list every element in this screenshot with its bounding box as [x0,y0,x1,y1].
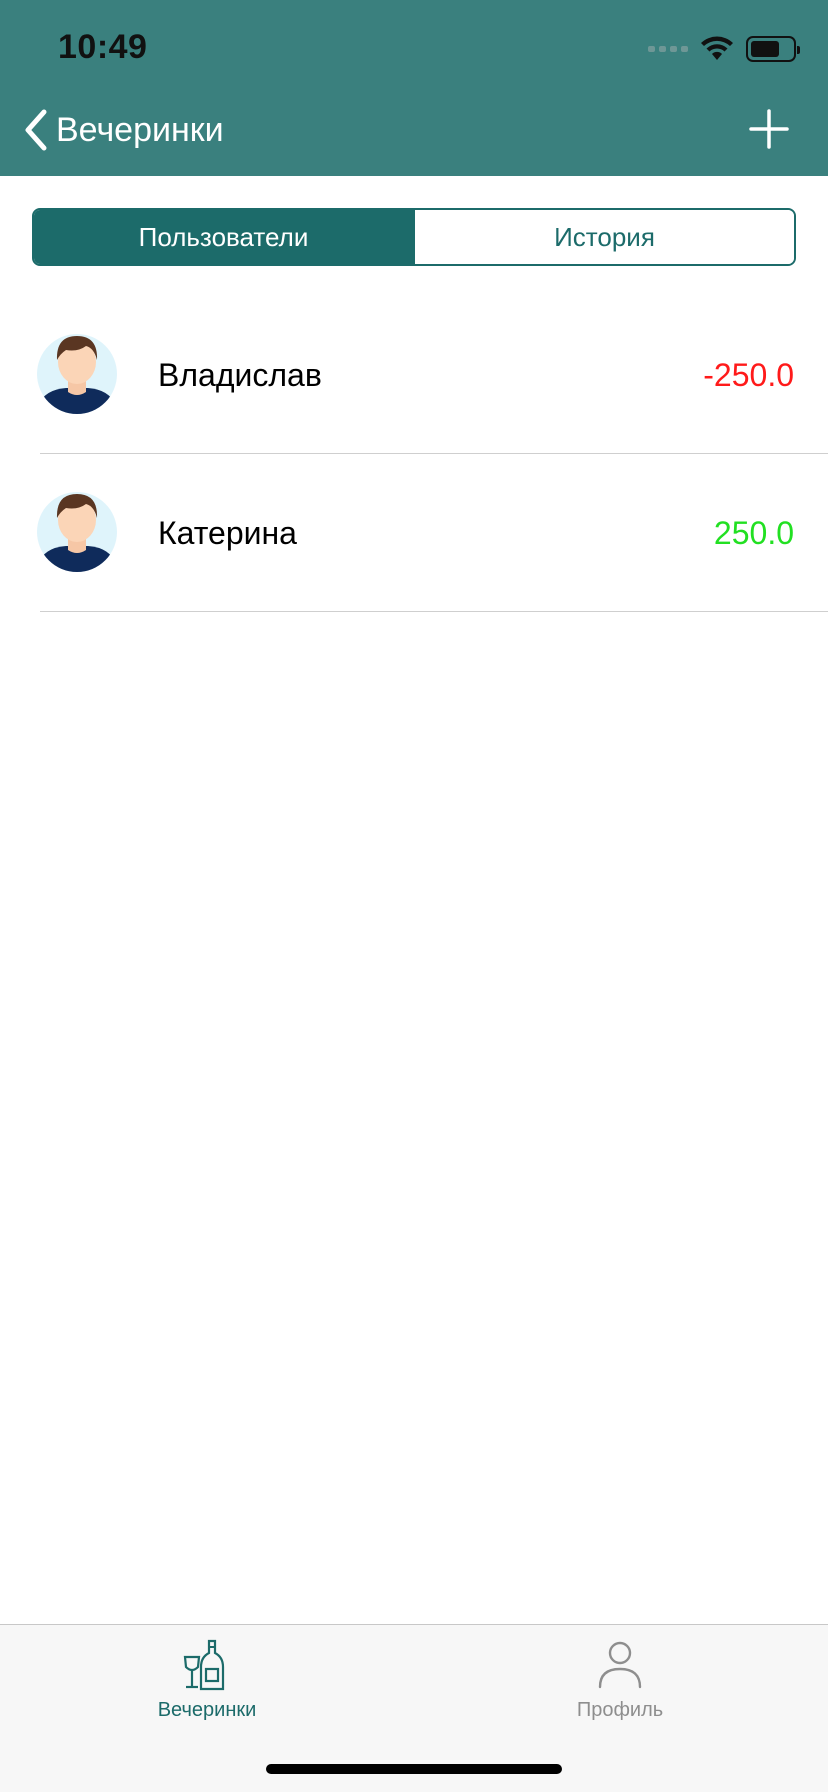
status-time: 10:49 [58,28,148,66]
back-button-label: Вечеринки [56,110,224,149]
tab-profile[interactable]: Профиль [520,1639,720,1722]
user-balance: -250.0 [703,356,794,393]
user-name: Владислав [158,356,322,393]
wine-glass-bottle-icon [183,1639,225,1691]
segment-history[interactable]: История [413,210,794,264]
segment-users[interactable]: Пользователи [34,210,413,264]
tab-profile-label: Профиль [576,1699,664,1721]
tab-parties-label: Вечеринки [157,1699,257,1721]
list-item[interactable]: Владислав -250.0 [0,296,828,454]
chevron-left-icon [25,109,47,151]
segmented-control: Пользователи История [32,208,796,266]
users-list: Владислав -250.0 Катерина 250.0 [0,296,828,612]
avatar-icon [37,334,117,414]
cellular-signal-icon [648,46,688,52]
plus-icon[interactable] [748,108,790,150]
back-button[interactable]: Вечеринки [22,108,224,152]
user-balance: 250.0 [713,514,794,551]
battery-icon [746,36,800,62]
list-item[interactable]: Катерина 250.0 [0,454,828,612]
user-name: Катерина [158,514,297,551]
avatar-icon [37,492,117,572]
header: 10:49 Вечеринки [0,0,828,176]
status-icons [648,36,800,62]
screen: 10:49 Вечеринки Пользователи История Вла… [0,0,828,1792]
tab-parties[interactable]: Вечеринки [107,1639,307,1722]
home-indicator [266,1764,562,1774]
person-icon [598,1641,642,1689]
wifi-icon [701,36,733,60]
